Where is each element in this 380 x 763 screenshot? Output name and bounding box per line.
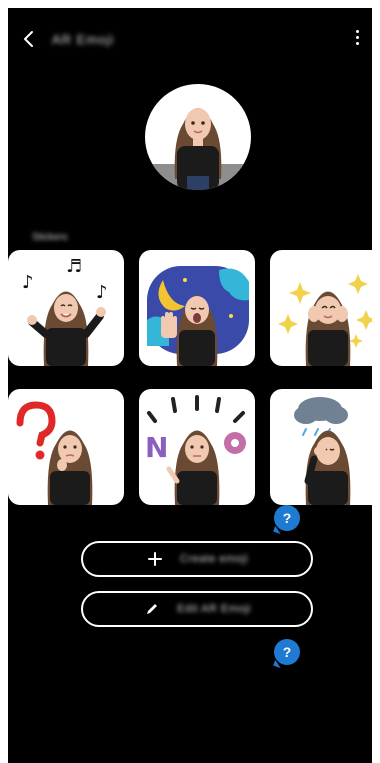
svg-text:♪: ♪ <box>96 282 108 303</box>
ar-emoji-screen: AR Emoji Stickers ♪ ♬ ♪ N ? Create emoji… <box>8 8 372 763</box>
page-title: AR Emoji <box>52 32 115 47</box>
help-bubble-actions[interactable]: ? <box>274 639 300 665</box>
create-emoji-button[interactable]: Create emoji <box>81 541 313 577</box>
sticker-no[interactable]: N <box>139 389 255 505</box>
more-options-button[interactable] <box>348 28 366 50</box>
sticker-sleepy-night[interactable] <box>139 250 255 366</box>
plus-icon <box>146 550 164 568</box>
pencil-icon <box>143 600 161 618</box>
svg-text:♬: ♬ <box>66 256 82 277</box>
create-emoji-label: Create emoji <box>179 553 249 565</box>
top-bar: AR Emoji <box>8 8 372 70</box>
avatar-portrait <box>174 108 222 190</box>
edit-emoji-button[interactable]: Edit AR Emoji <box>81 591 313 627</box>
profile-avatar[interactable] <box>145 84 251 190</box>
back-button[interactable] <box>16 26 42 52</box>
svg-text:♪: ♪ <box>22 272 34 293</box>
more-vertical-icon <box>355 30 359 33</box>
sticker-sparkles[interactable] <box>270 250 372 366</box>
sticker-question[interactable] <box>8 389 124 505</box>
svg-text:N: N <box>145 431 168 464</box>
chevron-left-icon <box>24 31 33 47</box>
help-bubble-stickers[interactable]: ? <box>274 505 300 531</box>
sticker-rain-cloud[interactable] <box>270 389 372 505</box>
sticker-music[interactable]: ♪ ♬ ♪ <box>8 250 124 366</box>
section-label: Stickers <box>32 232 68 243</box>
edit-emoji-label: Edit AR Emoji <box>177 603 251 615</box>
